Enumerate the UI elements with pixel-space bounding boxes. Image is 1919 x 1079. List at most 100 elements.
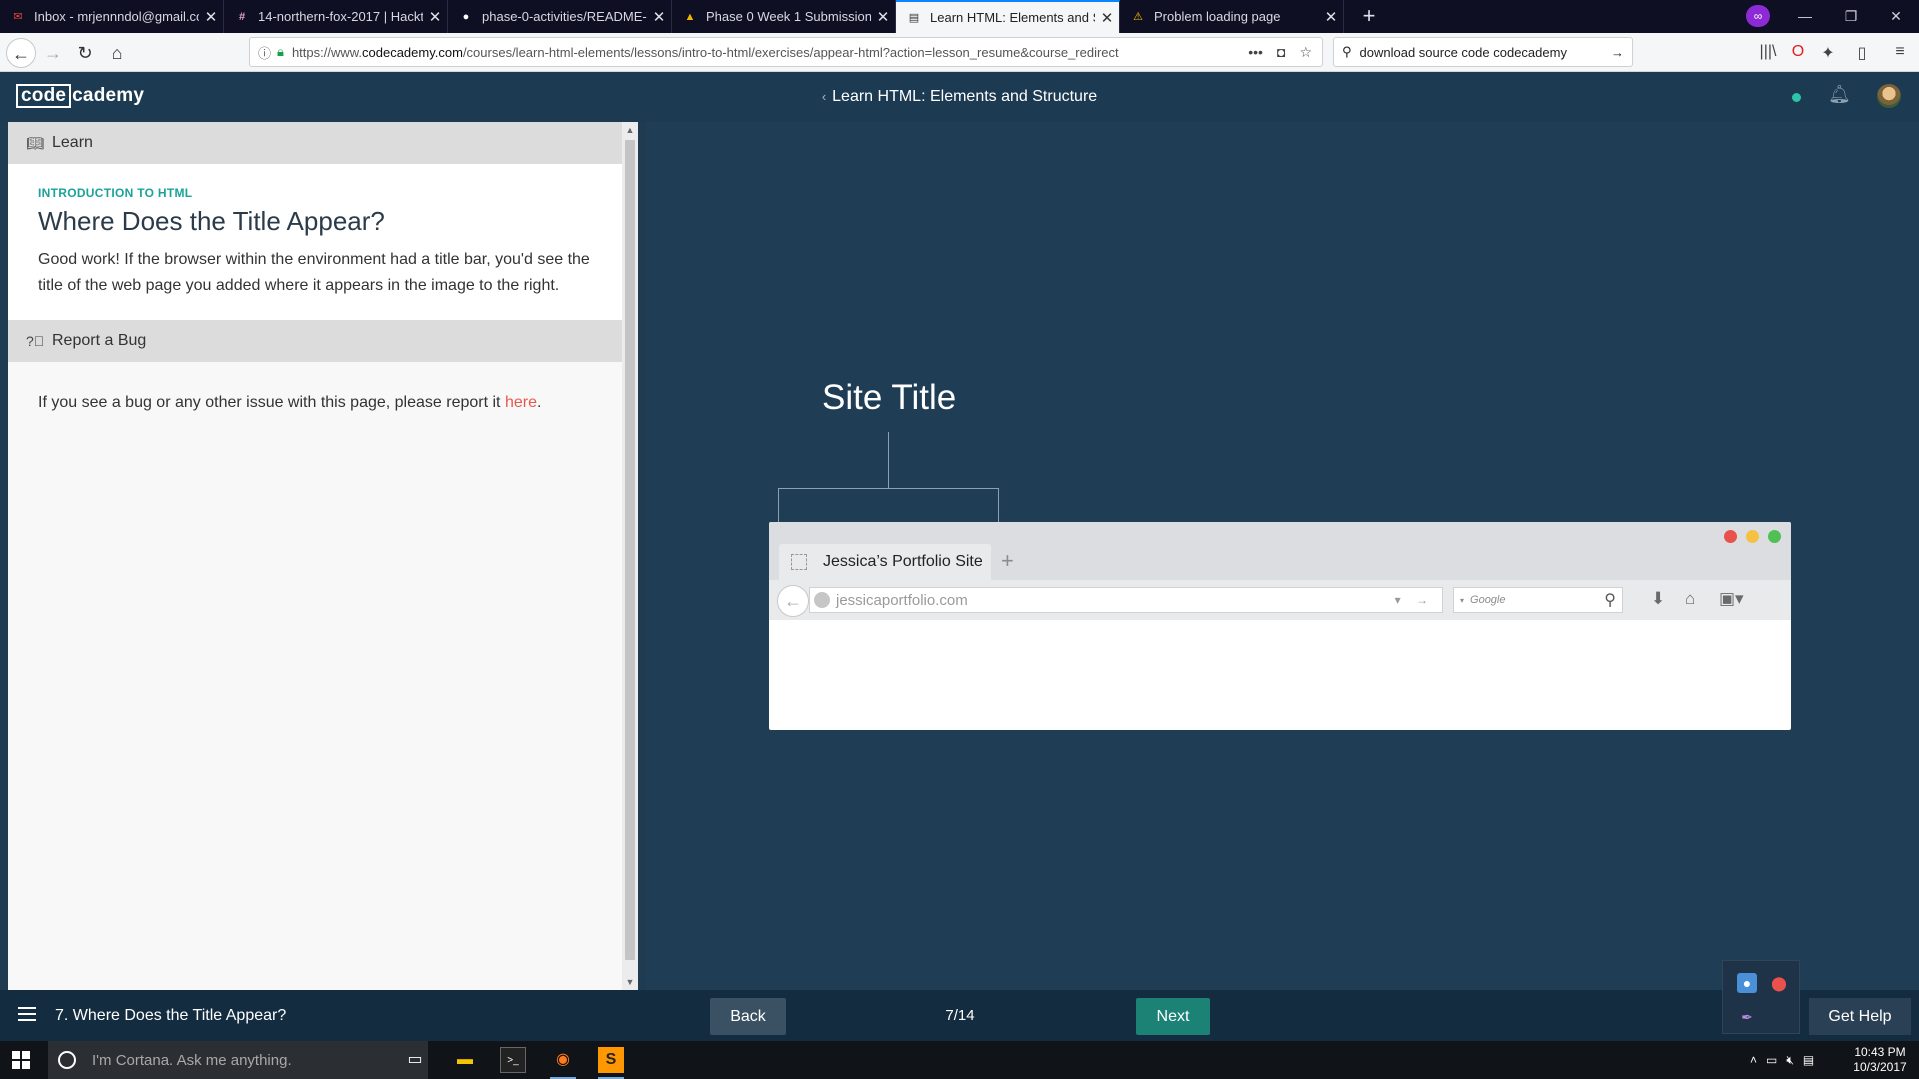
next-button[interactable]: Next	[1136, 998, 1210, 1035]
menu-icon[interactable]: ≡	[1888, 43, 1912, 61]
extension-icon[interactable]: ✦	[1816, 43, 1840, 63]
bug-report-link[interactable]: here	[505, 394, 537, 411]
close-icon[interactable]: ✕	[1319, 8, 1343, 26]
instructions-panel: 📖︎ Learn INTRODUCTION TO HTML Where Does…	[8, 122, 622, 990]
chevron-left-icon: ‹	[821, 89, 827, 104]
codecademy-header: ‹ Learn HTML: Elements and Structure code…	[0, 72, 1919, 122]
lock-icon: 🔒︎	[277, 44, 284, 59]
learn-content: INTRODUCTION TO HTML Where Does the Titl…	[8, 164, 622, 320]
firefox-icon[interactable]: ◉	[550, 1047, 576, 1079]
report-bug-header[interactable]: ?⃝ Report a Bug	[8, 320, 622, 362]
restore-button[interactable]: ❐	[1828, 0, 1874, 33]
back-button[interactable]: Back	[710, 998, 786, 1035]
dropdown-arrow-icon: ▾ →	[1394, 593, 1434, 607]
learn-label: Learn	[52, 134, 93, 151]
scroll-up-icon[interactable]: ▲	[622, 122, 638, 138]
library-icon[interactable]: |||\	[1756, 43, 1780, 61]
extension-a-icon[interactable]: ●	[1737, 973, 1757, 993]
feather-icon[interactable]: ✒	[1737, 1007, 1757, 1027]
mock-nav-bar: ← jessicaportfolio.com ▾ → ▾ Google ⚲ ⬇ …	[769, 580, 1791, 620]
url-text: https://www.codecademy.com/courses/learn…	[292, 45, 1238, 60]
get-help-button[interactable]: Get Help	[1809, 998, 1911, 1035]
url-domain: codecademy.com	[362, 44, 463, 60]
forward-arrow-icon[interactable]: →	[38, 38, 68, 68]
new-tab-button[interactable]: +	[1356, 4, 1382, 30]
network-icon[interactable]: ▭	[1766, 1053, 1777, 1067]
info-icon[interactable]: ⓘ	[258, 43, 271, 62]
more-icon[interactable]: •••	[1248, 44, 1263, 61]
task-view-icon[interactable]: ▭	[402, 1047, 428, 1073]
browser-nav-bar: ← → ↻ ⌂ ⓘ 🔒︎ https://www.codecademy.com/…	[0, 33, 1919, 72]
close-icon[interactable]: ✕	[647, 8, 671, 26]
progress-indicator: 7/14	[945, 1007, 975, 1024]
close-icon[interactable]: ✕	[199, 8, 223, 26]
bell-icon[interactable]: 🔔︎	[1828, 84, 1851, 105]
windows-start-icon[interactable]	[12, 1051, 30, 1069]
current-lesson-label[interactable]: 7. Where Does the Title Appear?	[55, 990, 286, 1041]
bookmark-star-icon[interactable]: ☆	[1299, 44, 1312, 61]
tab-problem[interactable]: ⚠ Problem loading page ✕	[1120, 0, 1344, 33]
tab-gmail[interactable]: ✉ Inbox - mrjennndol@gmail.co ✕	[0, 0, 224, 33]
minimize-button[interactable]: —	[1782, 0, 1828, 33]
cortana-icon	[58, 1051, 76, 1069]
slack-hash-icon: #	[238, 10, 246, 23]
chevron-up-icon[interactable]: ˄	[1750, 1053, 1757, 1067]
lesson-body: Good work! If the browser within the env…	[38, 251, 590, 294]
globe-icon	[814, 592, 830, 608]
instructions-scrollbar[interactable]: ▲ ▼	[622, 122, 638, 990]
windows-taskbar: I'm Cortana. Ask me anything. ▭ ▬ >_ ◉ S…	[0, 1041, 1919, 1079]
url-prefix: https://www.	[291, 44, 363, 60]
avatar[interactable]	[1877, 84, 1901, 108]
hamburger-icon[interactable]	[18, 1007, 36, 1021]
extension-b-icon[interactable]: ⬤	[1769, 973, 1789, 993]
search-query: download source code codecademy	[1359, 44, 1567, 60]
reload-icon[interactable]: ↻	[70, 38, 100, 68]
codecademy-logo[interactable]: code cademy	[16, 84, 144, 108]
course-title[interactable]: ‹ Learn HTML: Elements and Structure	[0, 72, 1919, 122]
back-arrow-icon[interactable]: ←	[6, 38, 36, 68]
bookmarks-icon: ▣▾	[1719, 589, 1744, 608]
tab-label: 14-northern-fox-2017 | Hacktiv	[258, 9, 423, 24]
system-clock[interactable]: 10:43 PM 10/3/2017	[1848, 1045, 1912, 1075]
tab-label: Inbox - mrjennndol@gmail.co	[34, 9, 199, 24]
url-bar[interactable]: ⓘ 🔒︎ https://www.codecademy.com/courses/…	[249, 37, 1323, 67]
warning-icon: ⚠	[1133, 11, 1143, 23]
close-light-icon	[1724, 530, 1737, 543]
notifications-icon[interactable]: ▤	[1803, 1053, 1814, 1067]
search-bar[interactable]: ⚲ download source code codecademy →	[1333, 37, 1633, 67]
clock-time: 10:43 PM	[1854, 1045, 1906, 1059]
tab-hacktiv[interactable]: # 14-northern-fox-2017 | Hacktiv ✕	[224, 0, 448, 33]
tab-codecademy[interactable]: ▤ Learn HTML: Elements and Stru ✕	[896, 0, 1120, 33]
tab-github[interactable]: ● phase-0-activities/README-W ✕	[448, 0, 672, 33]
sublime-text-icon[interactable]: S	[598, 1047, 624, 1079]
online-status-dot	[1792, 93, 1801, 102]
file-explorer-icon[interactable]: ▬	[452, 1047, 478, 1073]
connector-bracket	[778, 488, 999, 522]
bug-report-text: If you see a bug or any other issue with…	[38, 394, 541, 412]
opera-icon[interactable]: O	[1786, 43, 1810, 61]
cortana-search[interactable]: I'm Cortana. Ask me anything.	[48, 1041, 428, 1079]
close-icon[interactable]: ✕	[1095, 9, 1119, 27]
mock-browser-window: Jessica’s Portfolio Site + ← jessicaport…	[769, 522, 1791, 730]
go-arrow-icon[interactable]: →	[1611, 45, 1624, 60]
home-icon[interactable]: ⌂	[102, 38, 132, 68]
close-icon[interactable]: ✕	[871, 8, 895, 26]
gmail-icon: ✉	[13, 11, 23, 23]
close-icon[interactable]: ✕	[423, 8, 447, 26]
volume-muted-icon[interactable]: 🔇︎	[1786, 1053, 1794, 1068]
pocket-icon[interactable]: ◘	[1277, 44, 1285, 61]
github-icon: ●	[462, 10, 470, 23]
tab-label: Problem loading page	[1154, 9, 1281, 24]
learn-section-header[interactable]: 📖︎ Learn	[8, 122, 622, 164]
close-window-button[interactable]: ✕	[1873, 0, 1919, 33]
download-icon: ⬇	[1651, 589, 1666, 608]
lesson-kicker: INTRODUCTION TO HTML	[38, 186, 193, 200]
terminal-icon[interactable]: >_	[500, 1047, 526, 1073]
plus-icon: +	[1001, 548, 1014, 573]
tab-drive[interactable]: ▲ Phase 0 Week 1 Submissions Fo ✕	[672, 0, 896, 33]
mock-tab-title: Jessica’s Portfolio Site	[823, 553, 983, 570]
scroll-down-icon[interactable]: ▼	[622, 974, 638, 990]
sidebar-icon[interactable]: ▯	[1850, 43, 1874, 63]
site-title-label: Site Title	[822, 378, 957, 417]
scrollbar-thumb[interactable]	[625, 140, 635, 960]
